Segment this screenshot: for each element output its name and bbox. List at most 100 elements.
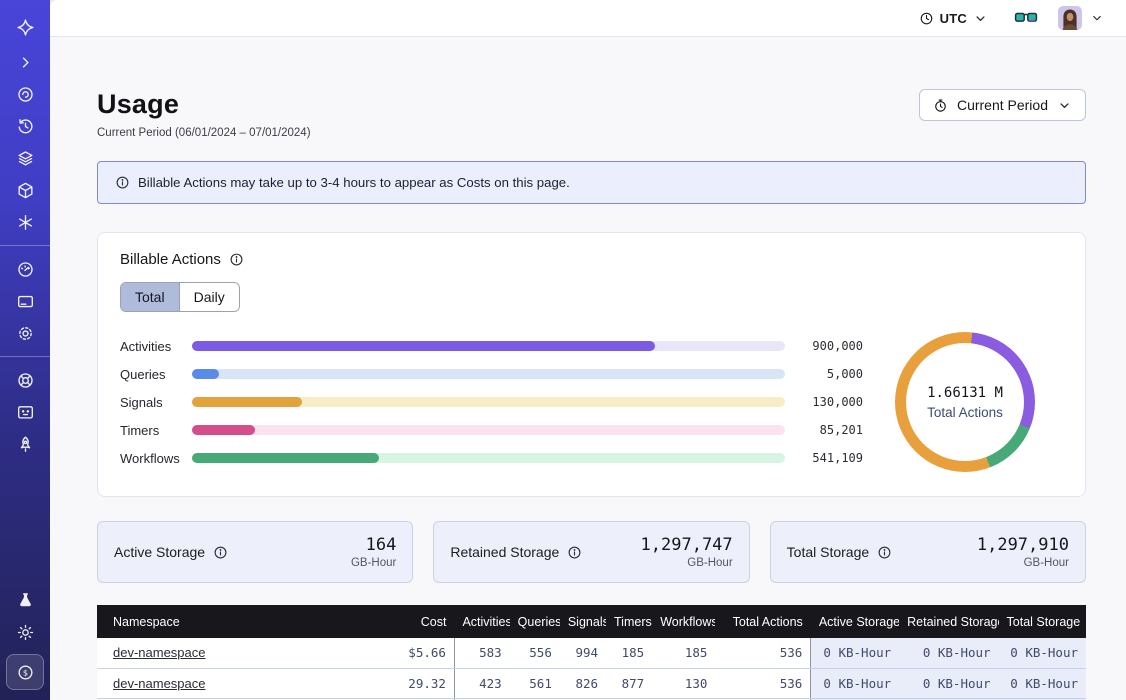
bar-fill (192, 397, 302, 407)
total-actions-label: Total Actions (927, 405, 1003, 420)
namespace-usage-table: NamespaceCostActivitiesQueriesSignalsTim… (97, 605, 1086, 700)
page-title: Usage (97, 89, 311, 120)
support-lifebuoy-icon (16, 371, 35, 390)
cell-total-storage: 0 KB-Hour (999, 668, 1086, 698)
col-header-cost: Cost (356, 605, 454, 638)
usage-gauge-icon (16, 260, 35, 279)
bar-track (192, 425, 785, 435)
cell-cost: 29.32 (356, 668, 454, 698)
storage-card-total-storage: Total Storage 1,297,910 GB-Hour (770, 521, 1086, 583)
namespace-link[interactable]: dev-namespace (113, 645, 206, 660)
info-icon[interactable] (567, 545, 582, 560)
col-header-workflows: Workflows (652, 605, 715, 638)
donut-chart: 1.66131 M Total Actions (867, 332, 1063, 472)
tab-daily[interactable]: Daily (179, 283, 239, 311)
total-actions-value: 1.66131 M (927, 385, 1003, 401)
bar-row-timers: Timers85,201 (120, 425, 863, 436)
sidebar-item-support-lifebuoy[interactable] (7, 364, 43, 396)
col-header-queries: Queries (510, 605, 560, 638)
col-header-activities: Activities (454, 605, 509, 638)
cell-timers: 185 (606, 638, 652, 668)
info-icon[interactable] (229, 252, 244, 267)
sidebar-item-expand-chevron[interactable] (7, 46, 43, 78)
sidebar-divider (0, 245, 50, 246)
timezone-label: UTC (940, 11, 967, 26)
cell-queries: 561 (510, 668, 560, 698)
billable-actions-title: Billable Actions (120, 251, 221, 268)
info-banner-text: Billable Actions may take up to 3-4 hour… (138, 175, 570, 190)
cell-retained-storage: 0 KB-Hour (899, 668, 998, 698)
cell-namespace: dev-namespace (97, 638, 356, 668)
nexus-asterisk-icon (16, 213, 35, 232)
deployments-cube-icon (16, 181, 35, 200)
table-row: dev-namespace$5.665835569941851855360 KB… (97, 638, 1086, 668)
sidebar-item-billing-card[interactable] (7, 285, 43, 317)
theme-sun-icon (16, 623, 35, 642)
chevron-down-icon (973, 11, 988, 26)
info-banner: Billable Actions may take up to 3-4 hour… (97, 161, 1086, 204)
bar-chart: Activities900,000Queries5,000Signals130,… (120, 341, 867, 464)
table-row: dev-namespace29.324235618268771305360 KB… (97, 668, 1086, 698)
sidebar-item-labs-flask[interactable] (7, 584, 43, 616)
cell-activities: 583 (454, 638, 509, 668)
glasses-icon[interactable] (1014, 8, 1038, 28)
clock-icon (919, 11, 934, 26)
main-area: UTC Usag (50, 0, 1126, 700)
tab-total[interactable]: Total (121, 283, 179, 311)
sidebar: $ (0, 0, 50, 700)
sidebar-item-usage-dollar[interactable]: $ (6, 654, 44, 690)
labs-flask-icon (16, 591, 35, 610)
col-header-total-storage: Total Storage (999, 605, 1086, 638)
storage-card-label: Total Storage (787, 544, 870, 560)
bar-value: 5,000 (785, 367, 863, 381)
total-daily-toggle: TotalDaily (120, 282, 240, 312)
settings-gear-icon (16, 324, 35, 343)
sidebar-item-settings-gear[interactable] (7, 317, 43, 349)
info-icon[interactable] (213, 545, 228, 560)
cell-queries: 556 (510, 638, 560, 668)
sidebar-item-history-clock[interactable] (7, 110, 43, 142)
sidebar-item-layers[interactable] (7, 142, 43, 174)
bar-track (192, 397, 785, 407)
timezone-selector[interactable]: UTC (919, 11, 988, 26)
topbar: UTC (50, 0, 1126, 37)
billable-chart: Activities900,000Queries5,000Signals130,… (120, 332, 1063, 472)
sidebar-item-temporal-logo[interactable] (7, 8, 43, 46)
stopwatch-icon (933, 98, 948, 113)
sidebar-item-namespaces[interactable] (7, 78, 43, 110)
current-period-dropdown[interactable]: Current Period (919, 89, 1086, 121)
bar-track (192, 453, 785, 463)
storage-card-value: 164 (351, 535, 396, 555)
storage-card-active-storage: Active Storage 164 GB-Hour (97, 521, 413, 583)
bar-label: Signals (120, 395, 192, 410)
user-avatar[interactable] (1058, 6, 1082, 30)
bar-label: Workflows (120, 451, 192, 466)
storage-cards: Active Storage 164 GB-Hour Retained Stor… (97, 521, 1086, 583)
storage-card-retained-storage: Retained Storage 1,297,747 GB-Hour (433, 521, 749, 583)
bar-fill (192, 369, 219, 379)
namespaces-icon (16, 85, 35, 104)
sidebar-item-deployments-cube[interactable] (7, 174, 43, 206)
sidebar-item-getting-started-rocket[interactable] (7, 428, 43, 460)
namespace-link[interactable]: dev-namespace (113, 676, 206, 691)
col-header-total-actions: Total Actions (715, 605, 810, 638)
info-icon[interactable] (877, 545, 892, 560)
table-header-row: NamespaceCostActivitiesQueriesSignalsTim… (97, 605, 1086, 638)
sidebar-item-theme-sun[interactable] (7, 616, 43, 648)
content: Usage Current Period (06/01/2024 – 07/01… (50, 37, 1126, 700)
bar-fill (192, 425, 255, 435)
sidebar-divider (0, 356, 50, 357)
expand-chevron-icon (16, 53, 35, 72)
storage-card-label: Active Storage (114, 544, 205, 560)
bar-value: 541,109 (785, 451, 863, 465)
sidebar-item-docs-terminal[interactable] (7, 396, 43, 428)
bar-label: Activities (120, 339, 192, 354)
sidebar-item-nexus-asterisk[interactable] (7, 206, 43, 238)
col-header-timers: Timers (606, 605, 652, 638)
chevron-down-icon (1057, 98, 1072, 113)
usage-dollar-icon: $ (16, 663, 35, 682)
page-title-block: Usage Current Period (06/01/2024 – 07/01… (97, 89, 311, 139)
bar-label: Queries (120, 367, 192, 382)
sidebar-item-usage-gauge[interactable] (7, 253, 43, 285)
account-chevron-down-icon[interactable] (1090, 11, 1104, 25)
